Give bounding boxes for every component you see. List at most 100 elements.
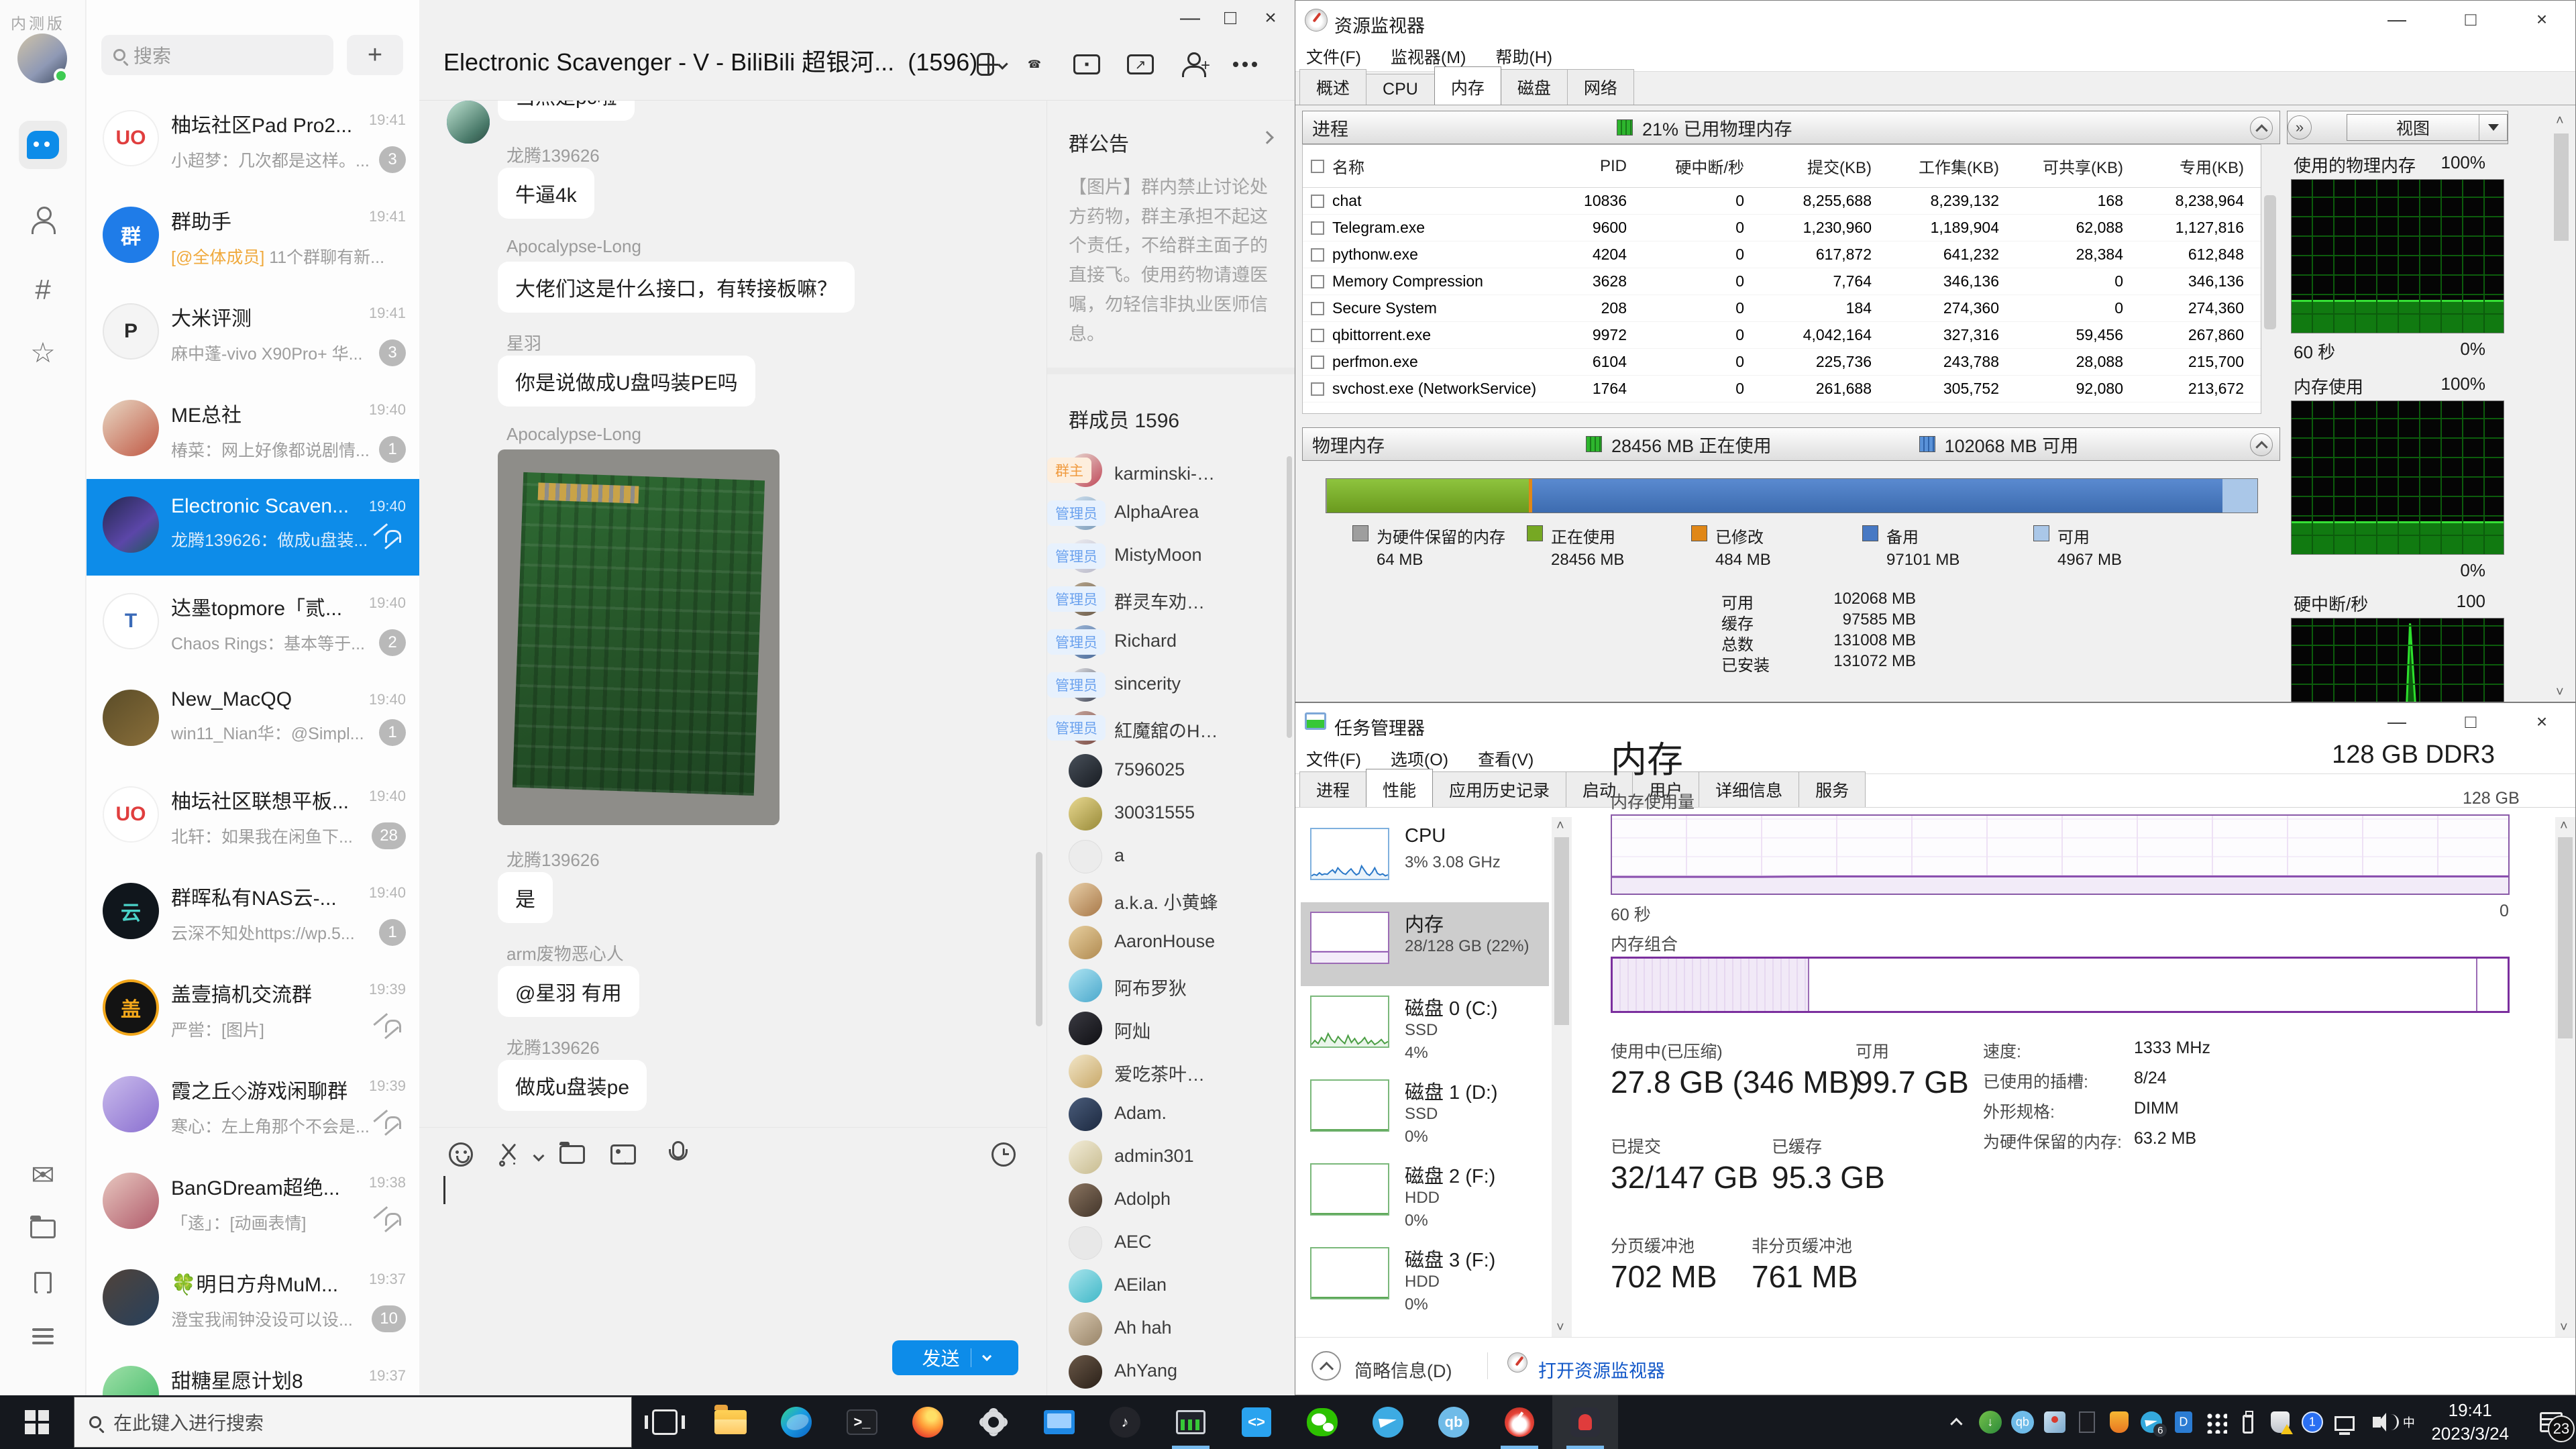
qq-close-button[interactable]: × (1252, 7, 1289, 30)
col-private[interactable]: 专用(KB) (2131, 154, 2252, 178)
resmon-minimize-button[interactable]: — (2373, 5, 2421, 34)
process-section-header[interactable]: 进程 21% 已用物理内存 (1302, 111, 2280, 144)
tray-usb-icon[interactable] (2236, 1406, 2259, 1438)
memory-collapse-icon[interactable] (2250, 433, 2273, 456)
member-scrollbar[interactable] (1287, 456, 1292, 738)
view-dropdown-arrow[interactable] (2479, 115, 2507, 140)
message-scrollbar[interactable] (1036, 852, 1042, 1026)
add-chat-button[interactable]: + (347, 35, 403, 75)
screen-record-icon[interactable]: ▪ (1072, 50, 1102, 79)
message-sender[interactable]: 星羽 (506, 330, 541, 355)
more-options-icon[interactable] (1230, 50, 1260, 79)
resmon-menu-item[interactable]: 帮助(H) (1495, 44, 1552, 68)
message-sender[interactable]: 龙腾139626 (506, 1034, 600, 1059)
message-sender[interactable]: Apocalypse-Long (506, 236, 641, 257)
col-hard-interrupts[interactable]: 硬中断/秒 (1635, 154, 1752, 178)
taskbar-app-vscode[interactable]: <> (1224, 1395, 1289, 1449)
resmon-scrollbar[interactable]: ˄ ˅ (2551, 111, 2571, 702)
process-row[interactable]: Secure System 208 0 184 274,360 0 274,36… (1303, 295, 2261, 322)
tray-volume-icon[interactable] (2365, 1406, 2388, 1438)
process-checkbox[interactable] (1311, 195, 1324, 208)
taskbar-app-wechat[interactable] (1289, 1395, 1355, 1449)
chat-list-item[interactable]: P 大米评测 19:41 麻中蓬-vivo X90Pro+ 华... 3 (87, 286, 419, 382)
member-row[interactable]: AEilan (1047, 1265, 1295, 1308)
screen-share-icon[interactable]: ↗ (1126, 50, 1155, 79)
process-checkbox[interactable] (1311, 329, 1324, 342)
tray-defender-icon[interactable] (2268, 1406, 2292, 1438)
member-row[interactable]: AhYang (1047, 1351, 1295, 1394)
process-checkbox[interactable] (1311, 221, 1324, 235)
send-button[interactable]: 发送 (892, 1340, 1018, 1375)
chat-list-item[interactable]: UO 柚坛社区Pad Pro2... 19:41 小超梦：几次都是这样。... … (87, 93, 419, 189)
panel-collapse-arrow[interactable]: » (2288, 115, 2312, 140)
resmon-tab[interactable]: 概述 (1299, 69, 1366, 105)
taskbar-clock[interactable]: 19:41 2023/3/24 (2431, 1399, 2509, 1446)
chat-list-item[interactable]: 甜糖星愿计划8 19:37 (87, 1348, 419, 1395)
taskbar-search-input[interactable]: 在此键入进行搜索 (74, 1397, 632, 1448)
member-row[interactable]: AlphaArea 管理员 (1047, 492, 1295, 535)
process-row[interactable]: Memory Compression 3628 0 7,764 346,136 … (1303, 268, 2261, 295)
taskbar-app-firefox[interactable] (895, 1395, 961, 1449)
taskbar-app-file-explorer[interactable] (698, 1395, 763, 1449)
message-avatar[interactable] (447, 101, 490, 144)
qq-minimize-button[interactable]: — (1171, 7, 1209, 30)
taskbar-app-resource-monitor[interactable] (1487, 1395, 1552, 1449)
message-sender[interactable]: 龙腾139626 (506, 142, 600, 167)
chat-list-item[interactable]: 群 群助手 19:41 [@全体成员] 11个群聊有新... (87, 189, 419, 286)
member-row[interactable]: MistyMoon 管理员 (1047, 535, 1295, 578)
group-apps-icon[interactable] (977, 50, 1006, 79)
sidebar-disk1[interactable]: 磁盘 1 (D:) SSD 0% (1301, 1070, 1549, 1154)
nav-messages[interactable] (19, 121, 67, 169)
member-row[interactable]: Richard 管理员 (1047, 621, 1295, 664)
taskmgr-close-button[interactable]: × (2518, 707, 2566, 737)
announcement-body[interactable]: 【图片】群内禁止讨论处方药物，群主承担不起这个责任，不给群主面子的直接飞。使用药… (1069, 173, 1278, 349)
member-row[interactable]: 阿灿 (1047, 1008, 1295, 1051)
resmon-tab[interactable]: 网络 (1567, 69, 1634, 105)
history-icon[interactable] (989, 1140, 1018, 1169)
member-row[interactable]: 群灵车劝退员 管理员 (1047, 578, 1295, 621)
col-shareable[interactable]: 可共享(KB) (2007, 154, 2131, 178)
screenshot-dropdown-icon[interactable] (533, 1150, 545, 1162)
select-all-checkbox[interactable] (1311, 160, 1324, 173)
tray-grid-dots-icon[interactable] (2204, 1406, 2227, 1438)
search-input[interactable]: 搜索 (101, 35, 333, 75)
taskbar-app-task-manager[interactable] (1158, 1395, 1224, 1449)
resmon-menu-item[interactable]: 监视器(M) (1391, 44, 1466, 68)
chat-list-item[interactable]: BanGDream超绝... 19:38 「逺」：[动画表情] (87, 1155, 419, 1252)
sidebar-cpu[interactable]: CPU 3% 3.08 GHz (1301, 818, 1549, 902)
taskbar-app-qbittorrent[interactable]: qb (1421, 1395, 1487, 1449)
screenshot-icon[interactable] (494, 1140, 524, 1169)
process-row[interactable]: chat 10836 0 8,255,688 8,239,132 168 8,2… (1303, 188, 2261, 215)
taskmgr-minimize-button[interactable]: — (2373, 707, 2421, 737)
taskmgr-tab[interactable]: 详细信息 (1699, 771, 1799, 807)
member-row[interactable]: 30031555 (1047, 793, 1295, 836)
message-avatar[interactable] (447, 140, 490, 182)
process-checkbox[interactable] (1311, 382, 1324, 396)
taskbar-app-music[interactable]: ♪ (1092, 1395, 1158, 1449)
memory-section-header[interactable]: 物理内存 28456 MB 正在使用 102068 MB 可用 (1302, 427, 2280, 461)
invite-member-icon[interactable]: + (1179, 50, 1209, 79)
process-row[interactable]: qbittorrent.exe 9972 0 4,042,164 327,316… (1303, 322, 2261, 349)
tray-1password-icon[interactable]: 1 (2300, 1406, 2324, 1438)
tray-idm-icon[interactable]: ↓ (1978, 1406, 2002, 1438)
chat-list-item[interactable]: New_MacQQ 19:40 win11_Nian华：@Simpl... 1 (87, 672, 419, 769)
collapse-details-icon[interactable] (1311, 1351, 1341, 1381)
taskbar-app-settings[interactable] (961, 1395, 1026, 1449)
col-commit[interactable]: 提交(KB) (1752, 154, 1880, 178)
sidebar-disk3[interactable]: 磁盘 3 (F:) HDD 0% (1301, 1238, 1549, 1322)
nav-files[interactable] (19, 1205, 67, 1253)
nav-favorites[interactable]: ☆ (19, 329, 67, 377)
chat-list-item[interactable]: ME总社 19:40 椿菜：网上好像都说剧情... 1 (87, 382, 419, 479)
nav-channels[interactable]: # (19, 266, 67, 314)
process-table-scrollbar[interactable] (2264, 195, 2276, 329)
open-resource-monitor-link[interactable]: 打开资源监视器 (1538, 1356, 1665, 1383)
col-pid[interactable]: PID (1571, 157, 1635, 176)
process-checkbox[interactable] (1311, 302, 1324, 315)
process-checkbox[interactable] (1311, 248, 1324, 262)
voice-call-icon[interactable]: ☎ (1020, 50, 1049, 79)
taskbar-app-terminal[interactable]: >_ (829, 1395, 895, 1449)
message-sender[interactable]: 龙腾139626 (506, 847, 600, 871)
member-row[interactable]: sincerity 管理员 (1047, 664, 1295, 707)
process-checkbox[interactable] (1311, 275, 1324, 288)
chat-list-item[interactable]: UO 柚坛社区联想平板... 19:40 北轩：如果我在闲鱼下... 28 (87, 769, 419, 865)
